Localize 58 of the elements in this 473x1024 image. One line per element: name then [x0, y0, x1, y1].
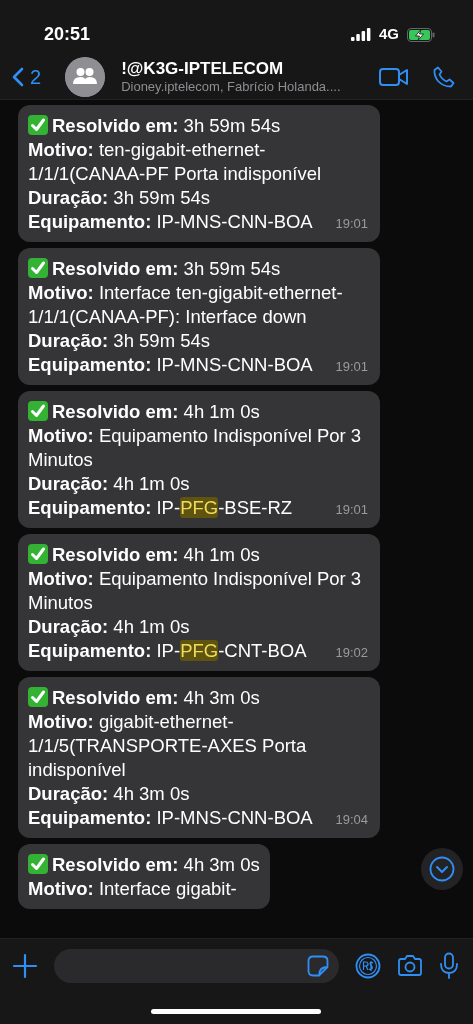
camera-icon[interactable] [397, 954, 423, 978]
chevron-down-icon[interactable] [429, 856, 455, 882]
message-line: Duração: 3h 59m 54s [28, 330, 211, 351]
check-mark-icon [28, 687, 48, 707]
payment-icon[interactable] [355, 953, 381, 979]
message-bubble[interactable]: Resolvido em: 4h 1m 0s Motivo: Equipamento Indisponível Por 3 Minutos Duração: 4h 1m 0s Equipamento: IP-PFG-BSE-RZ 19:01 [18, 391, 380, 528]
message-line: Equipamento: IP-MNS-CNN-BOA [28, 354, 313, 375]
check-mark-icon [28, 258, 48, 278]
back-button[interactable]: 2 [12, 62, 42, 92]
message-line: Equipamento: IP-MNS-CNN-BOA [28, 211, 313, 232]
check-mark-icon [28, 401, 48, 421]
message-line: Duração: 4h 3m 0s [28, 783, 190, 804]
message-line: Motivo: Interface gigabit- [28, 878, 237, 899]
network-label: 4G [379, 24, 399, 45]
chevron-left-icon[interactable] [12, 67, 24, 87]
check-mark-icon [28, 544, 48, 564]
message-line: Duração: 3h 59m 54s [28, 187, 211, 208]
message-bubble[interactable]: Resolvido em: 4h 3m 0s Motivo: gigabit-ethernet-1/1/5(TRANSPORTE-AXES Porta indisponível Duração: 4h 3m 0s Equipamento: IP-MNS-CNN-BOA 19:04 [18, 677, 380, 838]
sticker-icon[interactable] [307, 955, 329, 977]
message-line: Resolvido em: 3h 59m 54s [52, 258, 281, 279]
message-time: 19:04 [335, 811, 368, 829]
message-line: Equipamento: IP-MNS-CNN-BOA [28, 807, 313, 828]
message-line: Motivo: Equipamento Indisponível Por 3 Minutos [28, 425, 362, 470]
message-bubble[interactable]: Resolvido em: 4h 3m 0s Motivo: Interface gigabit- [18, 844, 270, 909]
message-line: Equipamento: IP-PFG-BSE-RZ [28, 497, 293, 518]
microphone-icon[interactable] [439, 952, 459, 980]
message-time: 19:01 [335, 215, 368, 233]
chat-title[interactable]: !@K3G-IPTELECOM [121, 59, 363, 79]
message-time: 19:01 [335, 358, 368, 376]
signal-icon [351, 28, 371, 41]
check-mark-icon [28, 115, 48, 135]
phone-call-icon[interactable] [433, 66, 455, 88]
message-bubble[interactable]: Resolvido em: 3h 59m 54s Motivo: Interface ten-gigabit-ethernet-1/1/1(CANAA-PF): Interface down Duração: 3h 59m 54s Equipamento: IP-MNS-CNN-BOA 19:01 [18, 248, 380, 385]
message-time: 19:01 [335, 501, 368, 519]
message-time: 19:02 [335, 644, 368, 662]
message-bubble[interactable]: Resolvido em: 4h 1m 0s Motivo: Equipamento Indisponível Por 3 Minutos Duração: 4h 1m 0s Equipamento: IP-PFG-CNT-BOA 19:02 [18, 534, 380, 671]
group-avatar-icon[interactable] [65, 57, 106, 97]
video-call-icon[interactable] [379, 67, 409, 87]
message-line: Duração: 4h 1m 0s [28, 473, 190, 494]
check-mark-icon [28, 854, 48, 874]
message-line: Resolvido em: 4h 1m 0s [52, 544, 260, 565]
message-line: Motivo: gigabit-ethernet-1/1/5(TRANSPORTE-AXES Porta indisponível [28, 711, 307, 780]
message-line: Duração: 4h 1m 0s [28, 616, 190, 637]
chat-members[interactable]: Dioney.iptelecom, Fabrício Holanda.... [121, 78, 363, 95]
message-bubble[interactable]: Resolvido em: 3h 59m 54s Motivo: ten-gigabit-ethernet-1/1/1(CANAA-PF Porta indisponível Duração: 3h 59m 54s Equipamento: IP-MNS-CNN-BOA 19:01 [18, 105, 380, 242]
message-line: Motivo: Equipamento Indisponível Por 3 Minutos [28, 568, 362, 613]
attach-button[interactable] [12, 953, 38, 979]
message-line: Motivo: Interface ten-gigabit-ethernet-1/1/1(CANAA-PF): Interface down [28, 282, 343, 327]
message-line: Resolvido em: 4h 1m 0s [52, 401, 260, 422]
status-time: 20:51 [44, 23, 91, 46]
scroll-down-button[interactable] [421, 848, 463, 890]
message-line: Motivo: ten-gigabit-ethernet-1/1/1(CANAA-PF Porta indisponível [28, 139, 322, 184]
message-line: Resolvido em: 4h 3m 0s [52, 687, 260, 708]
battery-icon [407, 27, 435, 42]
message-input[interactable] [54, 949, 339, 983]
message-line: Equipamento: IP-PFG-CNT-BOA [28, 640, 307, 661]
message-line: Resolvido em: 4h 3m 0s [52, 854, 260, 875]
message-line: Resolvido em: 3h 59m 54s [52, 115, 281, 136]
